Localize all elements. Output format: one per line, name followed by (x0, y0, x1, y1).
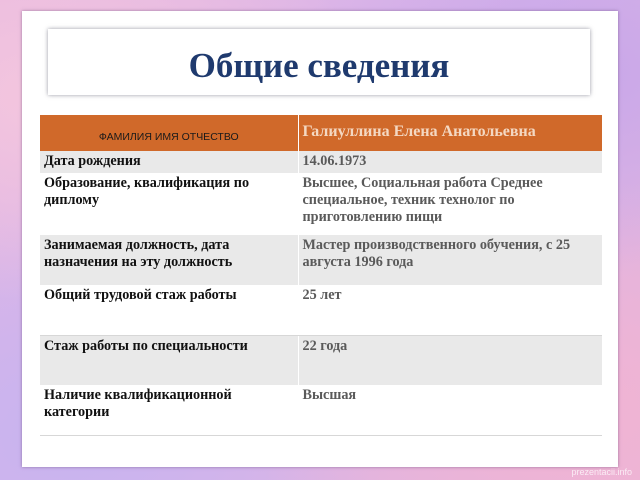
title-box: Общие сведения (48, 29, 590, 95)
row-label: Образование, квалификация по диплому (40, 173, 299, 235)
table-row: Наличие квалификационной категории Высша… (40, 385, 602, 436)
header-value: Галиуллина Елена Анатольевна (298, 115, 602, 151)
table-row: Занимаемая должность, дата назначения на… (40, 235, 602, 285)
watermark: prezentacii.info (571, 467, 632, 477)
slide-title: Общие сведения (188, 46, 450, 85)
row-value: 25 лет (298, 285, 602, 336)
row-label: Наличие квалификационной категории (40, 385, 299, 436)
table-row: Образование, квалификация по диплому Выс… (40, 173, 602, 235)
slide-frame: Общие сведения ФАМИЛИЯ ИМЯ ОТЧЕСТВО Гали… (22, 11, 618, 467)
row-value: 14.06.1973 (298, 151, 602, 173)
row-value: 22 года (298, 335, 602, 385)
table-row: Общий трудовой стаж работы 25 лет (40, 285, 602, 336)
table-row: Стаж работы по специальности 22 года (40, 335, 602, 385)
row-label: Общий трудовой стаж работы (40, 285, 299, 336)
table-header-row: ФАМИЛИЯ ИМЯ ОТЧЕСТВО Галиуллина Елена Ан… (40, 115, 602, 151)
row-label: Занимаемая должность, дата назначения на… (40, 235, 299, 285)
row-value: Мастер производственного обучения, с 25 … (298, 235, 602, 285)
table-row: Дата рождения 14.06.1973 (40, 151, 602, 173)
row-label: Стаж работы по специальности (40, 335, 299, 385)
header-label: ФАМИЛИЯ ИМЯ ОТЧЕСТВО (40, 115, 299, 151)
row-value: Высшая (298, 385, 602, 436)
row-label: Дата рождения (40, 151, 299, 173)
row-value: Высшее, Социальная работа Среднее специа… (298, 173, 602, 235)
info-table: ФАМИЛИЯ ИМЯ ОТЧЕСТВО Галиуллина Елена Ан… (40, 115, 602, 436)
